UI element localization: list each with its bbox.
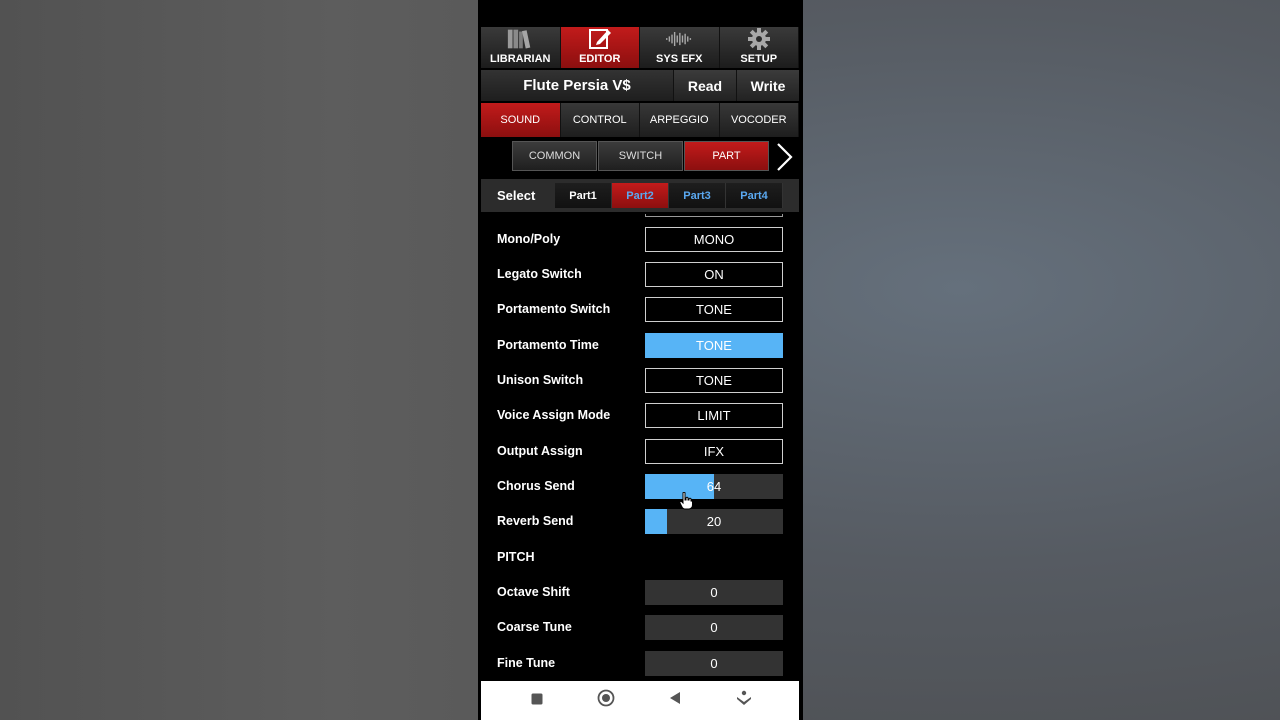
octave-shift-label: Octave Shift	[497, 585, 570, 599]
phone-screen: LIBRARIAN EDITOR SYS EFX SETUP Flute Per…	[478, 0, 803, 720]
back-button[interactable]	[640, 681, 709, 720]
param-row: Portamento Switch TONE	[481, 296, 799, 322]
legato-switch-value[interactable]: ON	[645, 261, 783, 287]
part-select-row: Select Part1 Part2 Part3 Part4	[481, 179, 799, 212]
mono-poly-label: Mono/Poly	[497, 232, 561, 246]
accessibility-button[interactable]	[709, 681, 778, 720]
part-tabs: Part1 Part2 Part3 Part4	[555, 183, 783, 208]
chorus-send-slider[interactable]: 64	[645, 473, 783, 499]
tab-sound[interactable]: SOUND	[481, 103, 561, 137]
coarse-tune-label: Coarse Tune	[497, 620, 572, 634]
reverb-send-label: Reverb Send	[497, 514, 574, 528]
tab-sys-efx-label: SYS EFX	[656, 53, 703, 65]
reverb-send-fill	[645, 508, 668, 534]
tab-arpeggio[interactable]: ARPEGGIO	[640, 103, 720, 137]
tab-sys-efx[interactable]: SYS EFX	[640, 27, 720, 68]
param-row: Legato Switch ON	[481, 261, 799, 287]
param-row: Coarse Tune 0	[481, 614, 799, 640]
tab-switch[interactable]: SWITCH	[598, 141, 683, 171]
read-button[interactable]: Read	[673, 70, 736, 101]
tab-control[interactable]: CONTROL	[560, 103, 640, 137]
output-assign-label: Output Assign	[497, 444, 583, 458]
select-label: Select	[497, 188, 536, 203]
tab-librarian[interactable]: LIBRARIAN	[481, 27, 561, 68]
param-row: Chorus Send 64	[481, 473, 799, 499]
tab-vocoder[interactable]: VOCODER	[719, 103, 799, 137]
chorus-send-value: 64	[706, 478, 722, 494]
chevron-right-icon[interactable]	[774, 142, 794, 172]
part-tab-4[interactable]: Part4	[726, 183, 783, 208]
patch-name[interactable]: Flute Persia V$	[481, 70, 673, 101]
tab-setup[interactable]: SETUP	[719, 27, 799, 68]
fine-tune-value[interactable]: 0	[645, 650, 783, 676]
portamento-time-label: Portamento Time	[497, 338, 599, 352]
tab-editor[interactable]: EDITOR	[560, 27, 640, 68]
tab-setup-label: SETUP	[740, 53, 778, 65]
scrolled-item-edge	[645, 214, 783, 217]
books-icon	[506, 27, 534, 51]
portamento-switch-label: Portamento Switch	[497, 302, 611, 316]
output-assign-value[interactable]: IFX	[645, 438, 783, 464]
background-left	[0, 0, 478, 720]
unison-switch-value[interactable]: TONE	[645, 367, 783, 393]
unison-switch-label: Unison Switch	[497, 373, 584, 387]
reverb-send-value: 20	[706, 513, 722, 529]
param-row: Unison Switch TONE	[481, 367, 799, 393]
square-icon	[531, 692, 543, 710]
home-circle-icon	[597, 689, 615, 712]
coarse-tune-value[interactable]: 0	[645, 614, 783, 640]
param-row: Portamento Time TONE	[481, 332, 799, 358]
tab-librarian-label: LIBRARIAN	[490, 53, 551, 65]
reverb-send-slider[interactable]: 20	[645, 508, 783, 534]
param-row: Reverb Send 20	[481, 508, 799, 534]
param-row: Voice Assign Mode LIMIT	[481, 402, 799, 428]
tab-part[interactable]: PART	[684, 141, 769, 171]
voice-assign-mode-label: Voice Assign Mode	[497, 408, 611, 422]
edit-icon	[586, 27, 614, 51]
param-row: Octave Shift 0	[481, 579, 799, 605]
section-tab-bar: SOUND CONTROL ARPEGGIO VOCODER	[481, 103, 799, 137]
recents-button[interactable]	[502, 681, 571, 720]
parameter-list: Mono/Poly MONO Legato Switch ON Portamen…	[481, 214, 799, 680]
hand-cursor-icon	[679, 491, 693, 510]
title-bar: Flute Persia V$ Read Write	[481, 70, 799, 101]
part-tab-1[interactable]: Part1	[555, 183, 612, 208]
write-button[interactable]: Write	[736, 70, 799, 101]
param-row: Mono/Poly MONO	[481, 226, 799, 252]
top-tab-bar: LIBRARIAN EDITOR SYS EFX SETUP	[481, 27, 799, 68]
chorus-send-label: Chorus Send	[497, 479, 575, 493]
param-row: Fine Tune 0	[481, 650, 799, 676]
octave-shift-value[interactable]: 0	[645, 579, 783, 605]
home-button[interactable]	[571, 681, 640, 720]
section-heading-row: PITCH	[481, 544, 799, 570]
tab-editor-label: EDITOR	[579, 53, 621, 65]
param-row: Output Assign IFX	[481, 438, 799, 464]
part-tab-3[interactable]: Part3	[669, 183, 726, 208]
mono-poly-value[interactable]: MONO	[645, 226, 783, 252]
fine-tune-label: Fine Tune	[497, 656, 556, 670]
gear-icon	[745, 27, 773, 51]
pitch-heading: PITCH	[497, 550, 535, 564]
accessibility-icon	[736, 690, 752, 711]
part-tab-2[interactable]: Part2	[612, 183, 669, 208]
back-triangle-icon	[669, 691, 681, 710]
voice-assign-mode-value[interactable]: LIMIT	[645, 402, 783, 428]
portamento-switch-value[interactable]: TONE	[645, 296, 783, 322]
waveform-icon	[665, 27, 693, 51]
tab-common[interactable]: COMMON	[512, 141, 597, 171]
legato-switch-label: Legato Switch	[497, 267, 582, 281]
portamento-time-value[interactable]: TONE	[645, 332, 783, 358]
system-nav-bar	[481, 681, 799, 720]
sub-tab-bar: COMMON SWITCH PART	[512, 141, 769, 171]
